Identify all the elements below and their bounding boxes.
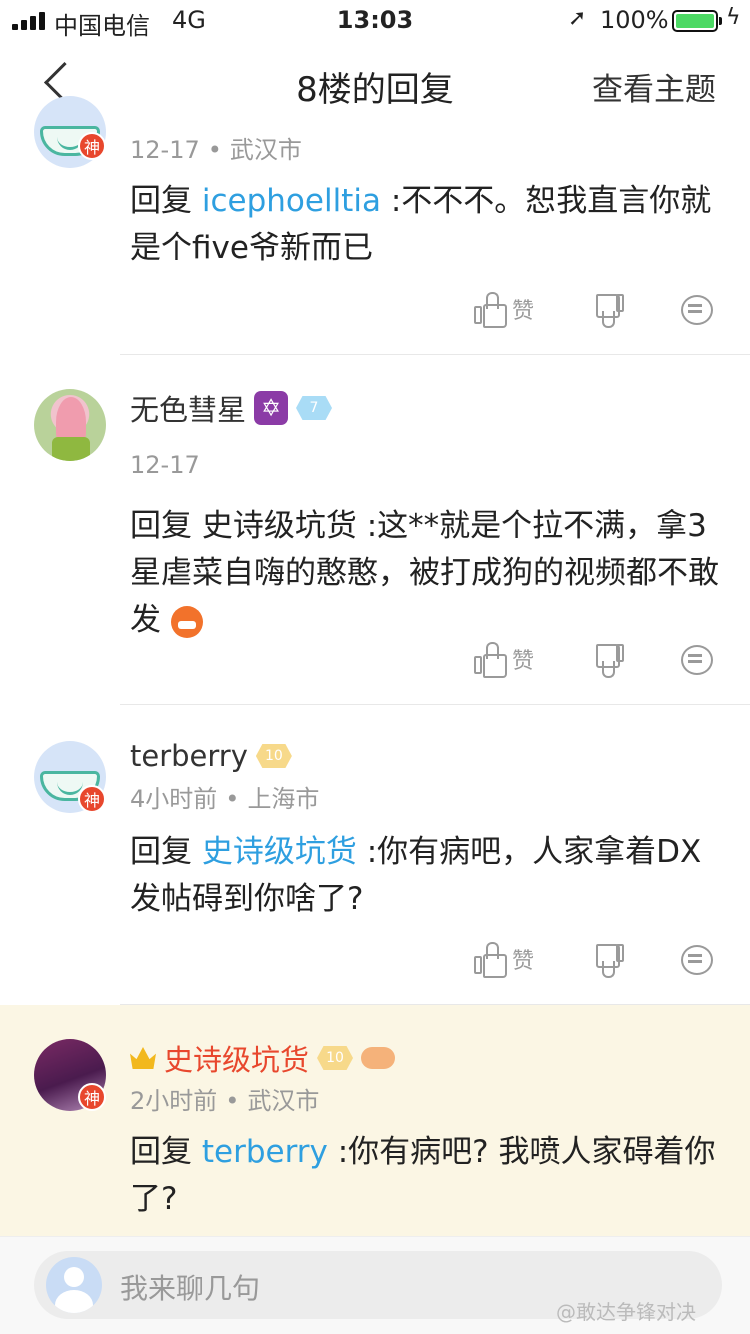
nav-bar: 8楼的回复 查看主题 — [0, 40, 750, 130]
comment-time: 12-17 — [130, 451, 200, 479]
author-name-text: 史诗级坑货 — [164, 1043, 310, 1077]
comment-location: 武汉市 — [229, 136, 302, 164]
input-placeholder: 我来聊几句 — [120, 1272, 261, 1305]
reply-to-link[interactable]: terberry — [202, 1134, 328, 1170]
comment-actions: 赞 — [470, 642, 720, 682]
thumbs-down-icon — [592, 292, 624, 328]
comment-meta: 12-17 — [130, 451, 200, 479]
angry-emoji-icon — [170, 605, 203, 638]
level-badge-icon: 7 — [296, 396, 333, 420]
comment-text: 回复 icephoelltia :不不不。恕我直言你就是个five爷新而已 — [130, 178, 720, 272]
god-badge-icon: 神 — [78, 1083, 106, 1111]
list-item: 神 史诗级坑货 10 2小时前 • 武汉市 回复 terberry :你有病吧? 我… — [0, 1005, 750, 1237]
like-label: 赞 — [512, 649, 535, 674]
god-badge-icon: 神 — [78, 785, 106, 813]
comment-text: 回复 史诗级坑货 :这**就是个拉不满，拿3星虐菜自嗨的憨憨，被打成狗的视频都不… — [130, 503, 720, 644]
dislike-button[interactable] — [592, 292, 624, 328]
level-badge-icon: 10 — [317, 1046, 354, 1070]
reply-prefix: 回复 — [130, 834, 192, 870]
author-name[interactable]: terberry 10 — [130, 739, 292, 773]
comment-text: 回复 terberry :你有病吧? 我喷人家碍着你了? — [130, 1129, 720, 1223]
reply-list: 神 12-17 • 武汉市 回复 icephoelltia :不不不。恕我直言你就是… — [0, 96, 750, 1237]
comment-icon — [680, 942, 713, 976]
comment-meta: 4小时前 • 上海市 — [130, 785, 320, 813]
charging-icon: ϟ — [726, 5, 741, 30]
battery-percent: 100% — [600, 6, 669, 34]
crown-icon — [130, 1047, 156, 1069]
god-badge-icon: 神 — [78, 132, 106, 160]
dislike-button[interactable] — [592, 942, 624, 978]
like-button[interactable]: 赞 — [474, 292, 535, 328]
comment-time: 4小时前 — [130, 785, 218, 813]
watermark: @敢达争锋对决 — [556, 1300, 696, 1324]
reply-to-link[interactable]: icephoelltia — [202, 183, 381, 219]
location-arrow-icon: ➚ — [568, 6, 587, 31]
comment-text: 回复 史诗级坑货 :你有病吧，人家拿着DX发帖碍到你啥了? — [130, 829, 720, 923]
reply-prefix: 回复 — [130, 183, 192, 219]
like-label: 赞 — [512, 299, 535, 324]
gamepad-icon — [361, 1047, 396, 1069]
like-button[interactable]: 赞 — [474, 642, 535, 678]
like-button[interactable]: 赞 — [474, 942, 535, 978]
like-label: 赞 — [512, 949, 535, 974]
comment-icon — [680, 642, 713, 676]
reply-button[interactable] — [680, 942, 713, 976]
user-avatar-icon — [46, 1257, 102, 1313]
view-topic-button[interactable]: 查看主题 — [592, 64, 716, 109]
list-item: 神 12-17 • 武汉市 回复 icephoelltia :不不不。恕我直言你就是… — [0, 96, 750, 355]
reply-prefix: 回复 — [130, 508, 192, 544]
star-of-david-emoji-icon: ✡ — [254, 391, 289, 425]
level-badge-icon: 10 — [255, 744, 292, 768]
author-name[interactable]: 无色彗星 ✡ 7 — [130, 387, 333, 429]
dislike-button[interactable] — [592, 642, 624, 678]
thumbs-up-icon — [474, 642, 507, 678]
comment-time: 12-17 — [130, 136, 200, 164]
avatar[interactable] — [34, 389, 106, 461]
author-name-text: 无色彗星 — [130, 393, 247, 427]
reply-to-name[interactable]: 史诗级坑货 — [202, 508, 357, 544]
list-item: 神 terberry 10 4小时前 • 上海市 回复 史诗级坑货 :你有病吧，人家… — [0, 705, 750, 1005]
comment-meta: 2小时前 • 武汉市 — [130, 1087, 320, 1115]
list-item: 无色彗星 ✡ 7 12-17 回复 史诗级坑货 :这**就是个拉不满，拿3星虐菜… — [0, 355, 750, 705]
reply-button[interactable] — [680, 642, 713, 676]
comment-actions: 赞 — [470, 942, 720, 982]
comment-location: 上海市 — [247, 785, 320, 813]
reply-to-link[interactable]: 史诗级坑货 — [202, 834, 357, 870]
reply-prefix: 回复 — [130, 1134, 192, 1170]
thumbs-down-icon — [592, 642, 624, 678]
status-bar: 中国电信 4G 13:03 ➚ 100% ϟ — [0, 0, 750, 40]
author-name-text: terberry — [130, 739, 248, 773]
reply-button[interactable] — [680, 292, 713, 326]
thumbs-down-icon — [592, 942, 624, 978]
comment-location: 武汉市 — [247, 1087, 320, 1115]
battery-icon — [672, 10, 722, 32]
comment-icon — [680, 292, 713, 326]
comment-meta: 12-17 • 武汉市 — [130, 136, 302, 164]
comment-actions: 赞 — [470, 292, 720, 332]
comment-time: 2小时前 — [130, 1087, 218, 1115]
thumbs-up-icon — [474, 292, 507, 328]
author-name[interactable]: 史诗级坑货 10 — [130, 1037, 396, 1079]
thumbs-up-icon — [474, 942, 507, 978]
